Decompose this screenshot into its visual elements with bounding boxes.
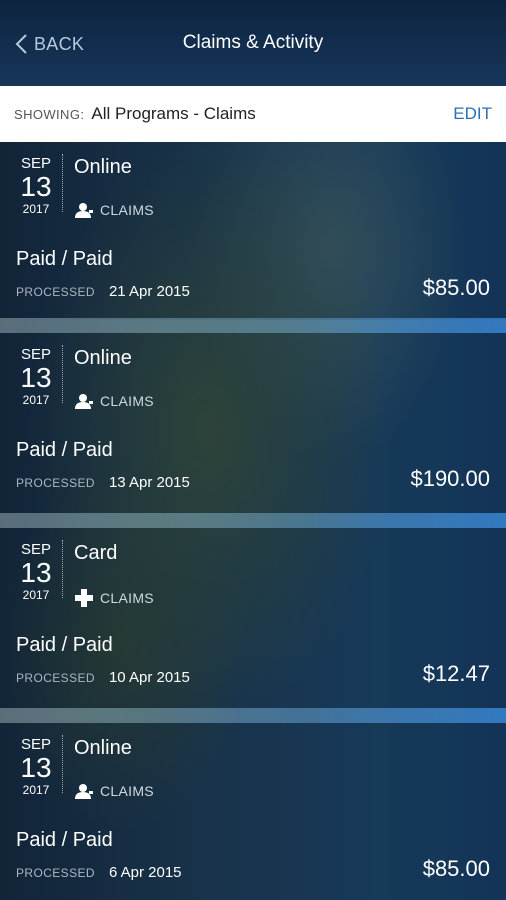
claim-amount: $12.47	[422, 661, 490, 686]
date-day: 13	[20, 557, 52, 588]
claim-type: CLAIMS	[74, 202, 154, 218]
divider	[62, 345, 64, 403]
date-day: 13	[20, 752, 52, 783]
processed-info: PROCESSED 21 Apr 2015	[16, 283, 190, 300]
top-bar: BACK Claims & Activity	[0, 0, 506, 86]
claim-item[interactable]: SEP 13 2017 Card CLAIMS Paid / Paid PROC…	[0, 528, 506, 708]
divider	[62, 154, 64, 212]
separator	[0, 318, 506, 333]
date-month: SEP	[20, 155, 51, 172]
processed-date: 13 Apr 2015	[108, 474, 190, 491]
separator	[0, 708, 506, 723]
claim-channel: Online	[74, 737, 132, 759]
processed-date: 6 Apr 2015	[108, 864, 182, 881]
claim-channel: Online	[74, 156, 132, 178]
claim-status: Paid / Paid	[16, 439, 113, 461]
processed-label: PROCESSED	[16, 866, 95, 880]
processed-label: PROCESSED	[16, 285, 95, 299]
separator	[0, 513, 506, 528]
claim-item[interactable]: SEP 13 2017 Online CLAIMS Paid / Paid PR…	[0, 142, 506, 320]
person-icon	[75, 394, 93, 409]
processed-label: PROCESSED	[16, 476, 95, 490]
cross-icon	[75, 589, 93, 607]
claim-item[interactable]: SEP 13 2017 Online CLAIMS Paid / Paid PR…	[0, 723, 506, 900]
claim-amount: $85.00	[422, 856, 490, 881]
claim-type: CLAIMS	[74, 393, 154, 409]
claim-type: CLAIMS	[74, 783, 154, 799]
claim-item[interactable]: SEP 13 2017 Online CLAIMS Paid / Paid PR…	[0, 333, 506, 513]
date-month: SEP	[20, 541, 51, 558]
date-year: 2017	[22, 783, 50, 797]
page-title: Claims & Activity	[182, 32, 324, 53]
date-day: 13	[20, 171, 52, 202]
claim-type-label: CLAIMS	[100, 590, 154, 606]
claim-status: Paid / Paid	[16, 248, 113, 270]
divider	[62, 735, 64, 793]
claim-status: Paid / Paid	[16, 829, 113, 851]
claim-status: Paid / Paid	[16, 634, 113, 656]
filter-bar: SHOWING: All Programs - Claims EDIT	[0, 86, 506, 142]
filter-value: All Programs - Claims	[91, 104, 256, 123]
claim-date: SEP 13 2017	[14, 155, 58, 217]
processed-date: 10 Apr 2015	[108, 669, 190, 686]
person-icon	[75, 784, 93, 799]
claim-type-label: CLAIMS	[100, 202, 154, 218]
date-year: 2017	[22, 588, 50, 602]
edit-button[interactable]: EDIT	[453, 104, 492, 124]
date-year: 2017	[22, 202, 50, 216]
claim-date: SEP 13 2017	[14, 736, 58, 798]
claim-amount: $190.00	[410, 466, 490, 491]
claim-amount: $85.00	[422, 275, 490, 300]
processed-info: PROCESSED 13 Apr 2015	[16, 474, 190, 491]
claim-type-label: CLAIMS	[100, 783, 154, 799]
processed-info: PROCESSED 6 Apr 2015	[16, 864, 182, 881]
claim-channel: Card	[74, 542, 118, 564]
date-month: SEP	[20, 736, 51, 753]
showing-label: SHOWING:	[14, 106, 85, 122]
date-month: SEP	[20, 346, 51, 363]
claim-type-label: CLAIMS	[100, 393, 154, 409]
claim-channel: Online	[74, 347, 132, 369]
processed-date: 21 Apr 2015	[108, 283, 190, 300]
date-year: 2017	[22, 393, 50, 407]
processed-info: PROCESSED 10 Apr 2015	[16, 669, 190, 686]
claim-date: SEP 13 2017	[14, 541, 58, 603]
processed-label: PROCESSED	[16, 671, 95, 685]
divider	[62, 540, 64, 598]
date-day: 13	[20, 362, 52, 393]
person-icon	[75, 203, 93, 218]
claim-date: SEP 13 2017	[14, 346, 58, 408]
claim-type: CLAIMS	[74, 588, 154, 608]
